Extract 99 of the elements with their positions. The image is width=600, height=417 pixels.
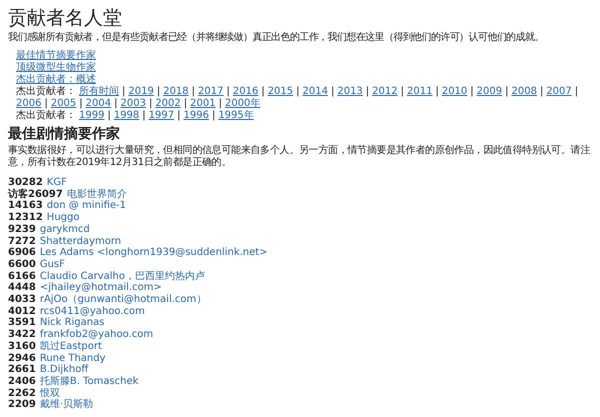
year-link[interactable]: 2004: [86, 98, 112, 110]
intro-text: 我们感谢所有贡献者，但是有些贡献者已经（并将继续做）真正出色的工作，我们想在这里（得到他们的许可）认可他们的成就。: [8, 32, 545, 44]
year-link[interactable]: 2002: [155, 98, 181, 110]
separator: |: [142, 110, 146, 122]
contribution-count: 6600: [8, 258, 36, 271]
year-link[interactable]: 2011: [407, 86, 432, 98]
year-link[interactable]: 1997: [148, 110, 174, 122]
contribution-count: 14163: [8, 200, 43, 212]
separator: |: [574, 86, 578, 98]
contribution-count: 6166: [8, 270, 36, 282]
contribution-count: 3591: [8, 317, 36, 330]
contributor-link[interactable]: GusF: [40, 258, 65, 271]
year-link[interactable]: 1998: [114, 110, 140, 122]
separator: |: [540, 86, 544, 98]
contributor-link[interactable]: 凯过Eastport: [40, 340, 102, 353]
separator: |: [177, 110, 180, 122]
contributor-link[interactable]: 恨双: [40, 388, 60, 400]
contribution-count: 4012: [8, 306, 36, 318]
page-title: 贡献者名人堂: [8, 6, 123, 30]
section-description: 事实数据很好，可以进行大量研究，但相同的信息可能来自多个人。另一方面，情节摘要是其作者的原创作品，因此值得特别认可。请注意，所有计数在2019年12月31日之前都是正确的。: [8, 145, 592, 169]
contribution-count: 4033: [8, 294, 36, 306]
contributor-link[interactable]: Huggo: [46, 212, 80, 224]
separator: |: [366, 86, 370, 98]
year-link[interactable]: 1999: [79, 110, 104, 122]
contributor-link[interactable]: Shatterdaymorn: [40, 236, 122, 248]
contribution-count: 12312: [8, 212, 43, 224]
nav-link[interactable]: 杰出贡献者：概述: [16, 74, 96, 86]
separator: |: [79, 98, 83, 110]
contributor-link[interactable]: don @ minifie-1: [46, 200, 126, 212]
contributor-link[interactable]: Les Adams <longhorn1939@suddenlink.net>: [40, 247, 268, 259]
year-link[interactable]: 2009: [476, 86, 502, 98]
contribution-count: 3422: [8, 329, 36, 341]
contributor-link[interactable]: B.Dijkhoff: [40, 364, 88, 376]
separator: |: [156, 86, 160, 98]
year-link[interactable]: 2019: [128, 86, 154, 98]
contributor-link[interactable]: frankfob2@yahoo.com: [40, 329, 154, 341]
separator: |: [330, 86, 334, 98]
year-link[interactable]: 2013: [337, 86, 363, 98]
row-label: 杰出贡献者：: [16, 86, 76, 98]
year-link[interactable]: 所有时间: [79, 86, 119, 98]
separator: |: [114, 98, 118, 110]
separator: |: [148, 98, 152, 110]
year-link[interactable]: 2006: [16, 98, 42, 110]
separator: |: [122, 86, 126, 98]
year-link[interactable]: 2005: [50, 98, 76, 110]
year-link[interactable]: 2014: [302, 86, 328, 98]
contributor-link[interactable]: 托斯滕B. Tomaschek: [40, 376, 138, 388]
year-link[interactable]: 2001: [190, 98, 216, 110]
separator: |: [184, 98, 188, 110]
contribution-count: 3160: [8, 340, 36, 353]
contributor-link[interactable]: 电影世界简介: [66, 188, 127, 200]
contribution-count: 2946: [8, 352, 36, 364]
contributor-link[interactable]: <jhailey@hotmail.com>: [40, 282, 162, 294]
year-link[interactable]: 2015: [268, 86, 294, 98]
nav-link[interactable]: 最佳情节摘要作家: [16, 50, 96, 62]
contribution-count: 6906: [8, 247, 36, 259]
contributor-link[interactable]: KGF: [46, 177, 67, 189]
contributor-link[interactable]: rcs0411@yahoo.com: [40, 306, 145, 318]
row-label: 杰出贡献者：: [16, 110, 76, 122]
separator: |: [261, 86, 265, 98]
year-link[interactable]: 1995年: [218, 110, 254, 122]
separator: |: [44, 98, 48, 110]
contributor-link[interactable]: rAjOo（gunwanti@hotmail.com）: [40, 294, 206, 306]
year-link[interactable]: 2008: [511, 86, 537, 98]
contribution-count: 2406: [8, 376, 36, 388]
year-link[interactable]: 2012: [372, 86, 398, 98]
separator: |: [226, 86, 230, 98]
separator: |: [296, 86, 300, 98]
separator: |: [212, 110, 216, 122]
contributor-link[interactable]: 戴维·贝斯勒: [40, 399, 94, 412]
contributor-link[interactable]: Claudio Carvalho，巴西里约热内卢: [40, 270, 205, 282]
separator: |: [435, 86, 439, 98]
contribution-count: 访客26097: [8, 188, 63, 200]
contribution-count: 2209: [8, 399, 36, 412]
separator: |: [505, 86, 508, 98]
contributor-link[interactable]: Rune Thandy: [40, 352, 106, 364]
year-link[interactable]: 2007: [546, 86, 572, 98]
year-link[interactable]: 2017: [198, 86, 224, 98]
year-link[interactable]: 2010: [442, 86, 468, 98]
contribution-count: 2661: [8, 364, 36, 376]
separator: |: [192, 86, 196, 98]
contribution-count: 30282: [8, 177, 43, 188]
separator: |: [218, 98, 222, 110]
contribution-count: 4448: [8, 282, 36, 294]
year-link[interactable]: 1996: [183, 110, 209, 122]
year-link[interactable]: 2003: [120, 98, 146, 110]
contribution-count: 2262: [8, 388, 36, 400]
year-link[interactable]: 2018: [163, 86, 189, 98]
separator: |: [107, 110, 111, 122]
year-link[interactable]: 2000年: [224, 98, 260, 110]
year-link[interactable]: 2016: [232, 86, 258, 98]
contributor-link[interactable]: Nick Riganas: [40, 317, 104, 330]
contribution-count: 7272: [8, 236, 36, 248]
contribution-count: 9239: [8, 224, 36, 236]
section-heading: 最佳剧情摘要作家: [8, 126, 121, 143]
separator: |: [470, 86, 474, 98]
separator: |: [400, 86, 404, 98]
nav-link[interactable]: 顶级微型生物作家: [16, 62, 96, 74]
contributor-link[interactable]: garykmcd: [40, 224, 90, 236]
